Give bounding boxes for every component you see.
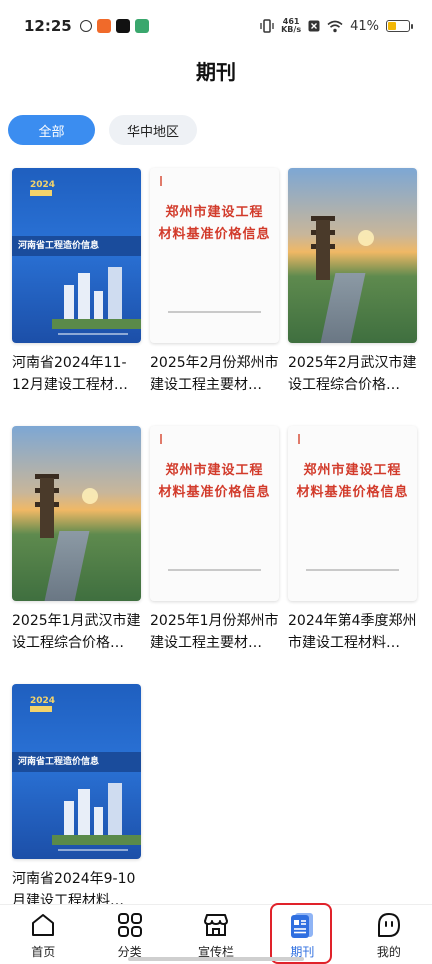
close-box-icon	[308, 20, 320, 32]
journal-title[interactable]: 河南省2024年11-12月建设工程材料…	[12, 352, 141, 396]
filter-all-chip[interactable]: 全部	[8, 115, 95, 145]
cover-building	[52, 319, 141, 329]
app-notification-icon	[79, 20, 92, 32]
cover-building	[94, 807, 103, 835]
nav-journal[interactable]: 期刊	[259, 905, 345, 964]
status-bar: 12:25 461 KB/s 41%	[0, 0, 432, 52]
journal-cover[interactable]: 郑州市建设工程 材料基准价格信息	[288, 426, 417, 601]
cover-tower	[40, 478, 54, 538]
cover-header-mark	[298, 434, 326, 444]
grid-icon	[116, 911, 144, 939]
journal-card[interactable]: 2025年2月武汉市建设工程综合价格…	[288, 168, 417, 426]
journal-card[interactable]: 郑州市建设工程 材料基准价格信息 2025年1月份郑州市建设工程主要材…	[150, 426, 279, 684]
cover-year: 2024	[30, 180, 56, 190]
journal-title[interactable]: 2025年2月份郑州市建设工程主要材…	[150, 352, 279, 396]
cover-title: 郑州市建设工程 材料基准价格信息	[288, 460, 417, 504]
nav-bulletin[interactable]: 宣传栏	[173, 905, 259, 964]
cover-footer	[168, 569, 261, 571]
app-notification-icon	[96, 19, 111, 33]
cover-title-line: 材料基准价格信息	[158, 227, 271, 242]
cover-building	[108, 267, 122, 319]
cover-tag	[30, 706, 52, 712]
journal-icon	[288, 911, 316, 939]
cover-sun	[358, 230, 374, 246]
journal-cover[interactable]	[288, 168, 417, 343]
tiktok-icon	[115, 19, 130, 33]
cover-title: 郑州市建设工程 材料基准价格信息	[150, 202, 279, 246]
status-time: 12:25	[24, 17, 72, 35]
journal-cover[interactable]: 郑州市建设工程 材料基准价格信息	[150, 168, 279, 343]
battery-percent: 41%	[350, 18, 379, 34]
bottom-nav: 首页 分类 宣传栏 期刊 我的	[0, 904, 432, 964]
home-icon	[29, 911, 57, 939]
home-indicator[interactable]	[128, 957, 304, 961]
cover-title-line: 郑州市建设工程	[165, 205, 264, 220]
cover-footer	[168, 311, 261, 313]
cover-footer	[58, 333, 128, 335]
battery-fill	[388, 22, 397, 30]
journal-title[interactable]: 2024年第4季度郑州市建设工程材料…	[288, 610, 417, 654]
cover-sun	[82, 488, 98, 504]
journal-card[interactable]: 郑州市建设工程 材料基准价格信息 2025年2月份郑州市建设工程主要材…	[150, 168, 279, 426]
net-speed-unit: KB/s	[281, 25, 302, 34]
battery-icon	[386, 20, 413, 32]
cover-title-line: 材料基准价格信息	[158, 485, 271, 500]
region-filter: 全部 华中地区	[8, 115, 197, 145]
notification-icons	[79, 19, 149, 33]
profile-icon	[375, 911, 403, 939]
journal-title[interactable]: 2025年1月份郑州市建设工程主要材…	[150, 610, 279, 654]
journal-cover[interactable]: 郑州市建设工程 材料基准价格信息	[150, 426, 279, 601]
cover-year: 2024	[30, 696, 56, 706]
filter-central-china-chip[interactable]: 华中地区	[109, 115, 197, 145]
cover-header-mark	[160, 176, 188, 186]
cover-band-text: 河南省工程造价信息	[18, 757, 100, 767]
journal-card[interactable]: 2024 河南省工程造价信息河南省2024年11-12月建设工程材料…	[12, 168, 141, 426]
cover-header-mark	[160, 434, 188, 444]
nav-profile-label: 我的	[376, 945, 401, 959]
cover-building	[108, 783, 122, 835]
cover-building	[78, 273, 90, 319]
wifi-icon	[327, 20, 343, 32]
journal-title[interactable]: 2025年1月武汉市建设工程综合价格…	[12, 610, 141, 654]
journal-cover[interactable]: 2024 河南省工程造价信息	[12, 168, 141, 343]
cover-building	[64, 801, 74, 835]
journal-title[interactable]: 2025年2月武汉市建设工程综合价格…	[288, 352, 417, 396]
nav-profile[interactable]: 我的	[346, 905, 432, 964]
cover-building	[94, 291, 103, 319]
cover-road	[320, 273, 366, 343]
cover-footer	[58, 849, 128, 851]
page-header: 期刊	[0, 52, 432, 92]
page-title: 期刊	[196, 60, 236, 84]
cover-building	[78, 789, 90, 835]
vibrate-icon	[260, 19, 274, 33]
cover-road	[44, 531, 90, 601]
cover-building	[52, 835, 141, 845]
cover-title-line: 郑州市建设工程	[303, 463, 402, 478]
cover-title-line: 材料基准价格信息	[296, 485, 409, 500]
cover-tower	[316, 220, 330, 280]
journal-card[interactable]: 郑州市建设工程 材料基准价格信息 2024年第4季度郑州市建设工程材料…	[288, 426, 417, 684]
cover-band-text: 河南省工程造价信息	[18, 241, 100, 251]
cover-title: 郑州市建设工程 材料基准价格信息	[150, 460, 279, 504]
nav-category[interactable]: 分类	[86, 905, 172, 964]
store-icon	[202, 911, 230, 939]
journal-grid: 2024河南省工程造价信息河南省2024年11-12月建设工程材料…郑州市建设工…	[12, 168, 426, 942]
cover-tag	[30, 190, 52, 196]
status-right: 461 KB/s 41%	[260, 18, 413, 34]
cover-footer	[306, 569, 399, 571]
journal-card[interactable]: 2025年1月武汉市建设工程综合价格…	[12, 426, 141, 684]
journal-cover[interactable]: 2024 河南省工程造价信息	[12, 684, 141, 859]
cover-building	[64, 285, 74, 319]
nav-home[interactable]: 首页	[0, 905, 86, 964]
cover-title-line: 郑州市建设工程	[165, 463, 264, 478]
net-speed: 461 KB/s	[281, 18, 301, 34]
app-notification-icon	[134, 19, 149, 33]
nav-home-label: 首页	[31, 945, 56, 959]
journal-cover[interactable]	[12, 426, 141, 601]
